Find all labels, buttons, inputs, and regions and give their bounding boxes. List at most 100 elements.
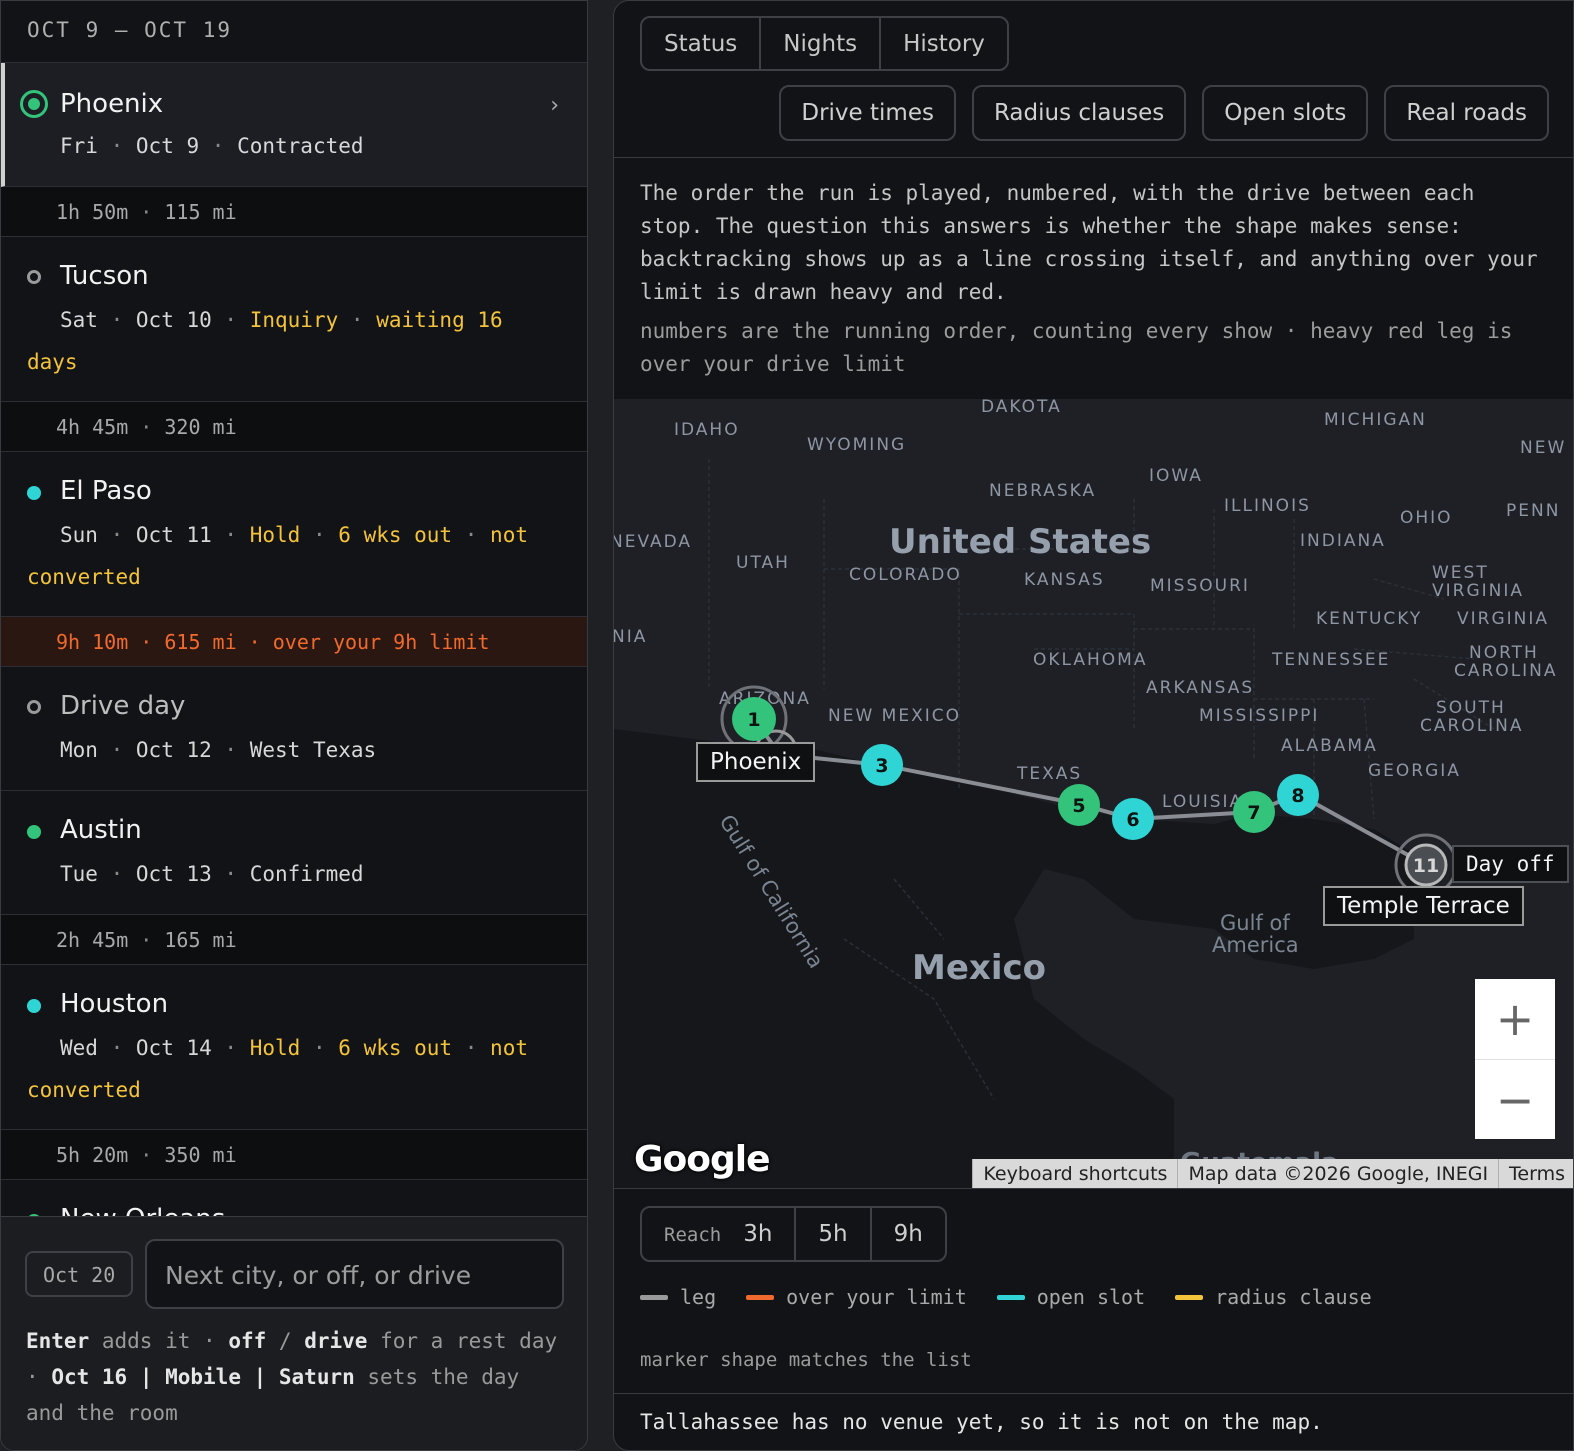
reach-5h-button[interactable]: 5h xyxy=(794,1208,869,1260)
reach-selector: Reach 3h 5h 9h xyxy=(640,1206,947,1262)
svg-text:5: 5 xyxy=(1072,795,1085,817)
date-range: OCT 9 — OCT 19 xyxy=(1,1,587,63)
map-description-note: numbers are the running order, counting … xyxy=(640,319,1513,376)
legend-item: radius clause xyxy=(1175,1285,1372,1309)
marker-8[interactable]: 8 xyxy=(1277,774,1319,816)
stop-tucson[interactable]: Tucson Sat · Oct 10 · Inquiry · waiting … xyxy=(1,237,587,402)
tab-nights[interactable]: Nights xyxy=(761,18,882,69)
next-stop-input[interactable]: Next city, or off, or drive xyxy=(145,1239,564,1309)
composer: Oct 20 Next city, or off, or drive Enter… xyxy=(1,1216,587,1450)
svg-text:ARKANSAS: ARKANSAS xyxy=(1146,678,1254,698)
country-label-mexico: Mexico xyxy=(912,948,1046,988)
chevron-right-icon[interactable]: › xyxy=(550,93,559,118)
stop-houston[interactable]: Houston Wed · Oct 14 · Hold · 6 wks out … xyxy=(1,965,587,1130)
reach-9h-button[interactable]: 9h xyxy=(869,1208,945,1260)
svg-text:DAKOTA: DAKOTA xyxy=(981,399,1062,417)
map-footnote: Tallahassee has no venue yet, so it is n… xyxy=(640,1410,1323,1434)
leg-warning: over your 9h limit xyxy=(272,630,490,654)
keyboard-shortcuts-link[interactable]: Keyboard shortcuts xyxy=(972,1159,1177,1189)
svg-text:PENN: PENN xyxy=(1506,501,1560,521)
svg-text:OHIO: OHIO xyxy=(1400,508,1453,528)
legend-swatch xyxy=(1175,1294,1204,1300)
drive-times-toggle[interactable]: Drive times xyxy=(779,85,956,141)
zoom-control: + − xyxy=(1475,979,1555,1139)
stop-note: 6 wks out xyxy=(338,1036,453,1060)
map-panel: Status Nights History Drive times Radius… xyxy=(613,0,1574,1451)
svg-text:MISSOURI: MISSOURI xyxy=(1150,576,1250,596)
stop-el-paso[interactable]: El Paso Sun · Oct 11 · Hold · 6 wks out … xyxy=(1,452,587,617)
divider xyxy=(614,157,1573,158)
marker-1[interactable]: 1 xyxy=(732,697,776,741)
legend-label: radius clause xyxy=(1215,1285,1372,1309)
svg-text:NEVADA: NEVADA xyxy=(614,532,692,552)
marker-3[interactable]: 3 xyxy=(861,744,903,786)
map-label-phoenix[interactable]: Phoenix xyxy=(696,742,816,782)
svg-text:NEW: NEW xyxy=(1520,438,1566,458)
composer-hint: Enter adds it · off / drive for a rest d… xyxy=(26,1323,566,1431)
route-map[interactable]: IDAHO WYOMING DAKOTA MICHIGAN NEW IOWA N… xyxy=(614,399,1573,1189)
map-canvas: IDAHO WYOMING DAKOTA MICHIGAN NEW IOWA N… xyxy=(614,399,1573,1189)
svg-text:7: 7 xyxy=(1247,802,1260,824)
zoom-in-button[interactable]: + xyxy=(1475,979,1555,1059)
tab-status[interactable]: Status xyxy=(642,18,762,69)
map-description: The order the run is played, numbered, w… xyxy=(640,181,1538,304)
svg-text:8: 8 xyxy=(1291,785,1304,807)
stop-day: Wed xyxy=(60,1036,98,1060)
svg-text:VIRGINIA: VIRGINIA xyxy=(1432,581,1524,601)
zoom-out-button[interactable]: − xyxy=(1475,1059,1555,1139)
marker-7[interactable]: 7 xyxy=(1233,791,1275,833)
google-logo: Google xyxy=(634,1139,771,1180)
svg-text:MICHIGAN: MICHIGAN xyxy=(1324,410,1427,430)
tab-history[interactable]: History xyxy=(881,18,1007,69)
status-dot-icon xyxy=(20,90,48,118)
terms-link[interactable]: Terms xyxy=(1498,1159,1573,1189)
stop-day: Sun xyxy=(60,523,98,547)
stop-day: Tue xyxy=(60,862,98,886)
svg-text:1: 1 xyxy=(747,709,760,731)
stop-phoenix[interactable]: Phoenix Fri · Oct 9 · Contracted › xyxy=(1,63,587,187)
legend-item: leg xyxy=(640,1285,716,1309)
hint-key: drive xyxy=(304,1329,368,1353)
country-label-us: United States xyxy=(889,522,1151,562)
status-dot-icon xyxy=(27,486,41,500)
stop-austin[interactable]: Austin Tue · Oct 13 · Confirmed xyxy=(1,791,587,915)
stop-day: Mon xyxy=(60,738,98,762)
svg-text:WEST: WEST xyxy=(1432,563,1489,583)
svg-text:NEW MEXICO: NEW MEXICO xyxy=(828,706,961,726)
divider xyxy=(614,1393,1573,1394)
marker-6[interactable]: 6 xyxy=(1112,798,1154,840)
svg-text:KENTUCKY: KENTUCKY xyxy=(1316,609,1422,629)
stop-name: Phoenix xyxy=(60,89,164,119)
map-label-temple-terrace[interactable]: Temple Terrace xyxy=(1323,886,1524,926)
leg-time: 5h 20m xyxy=(56,1143,129,1167)
legend-swatch xyxy=(640,1294,668,1300)
composer-date[interactable]: Oct 20 xyxy=(25,1251,133,1297)
leg-distance: 615 mi xyxy=(164,630,237,654)
svg-text:CAROLINA: CAROLINA xyxy=(1420,716,1524,736)
svg-text:NIA: NIA xyxy=(614,627,647,647)
svg-text:CAROLINA: CAROLINA xyxy=(1454,661,1558,681)
stop-day: Fri xyxy=(60,134,98,158)
svg-text:OKLAHOMA: OKLAHOMA xyxy=(1033,650,1147,670)
hint-key: Enter xyxy=(26,1329,90,1353)
leg-time: 2h 45m xyxy=(56,928,129,952)
marker-5[interactable]: 5 xyxy=(1058,784,1100,826)
reach-3h-button[interactable]: 3h xyxy=(735,1208,794,1260)
radius-clauses-toggle[interactable]: Radius clauses xyxy=(971,85,1187,141)
reach-label: Reach xyxy=(664,1224,722,1246)
legend-swatch xyxy=(746,1294,775,1300)
map-label-day-off[interactable]: Day off xyxy=(1452,845,1569,883)
stop-drive-day[interactable]: Drive day Mon · Oct 12 · West Texas xyxy=(1,667,587,791)
stop-status: Hold xyxy=(249,523,301,547)
hint-text: adds it · xyxy=(101,1329,216,1353)
real-roads-toggle[interactable]: Real roads xyxy=(1384,85,1549,141)
marker-note: marker shape matches the list xyxy=(640,1349,972,1371)
leg-distance: 115 mi xyxy=(164,200,237,224)
stop-date: Oct 10 xyxy=(135,308,212,332)
legend-label: leg xyxy=(680,1285,717,1309)
leg-time: 9h 10m xyxy=(56,630,129,654)
open-slots-toggle[interactable]: Open slots xyxy=(1202,85,1369,141)
svg-text:VIRGINIA: VIRGINIA xyxy=(1457,609,1549,629)
svg-text:NEBRASKA: NEBRASKA xyxy=(989,481,1096,501)
marker-11[interactable]: 11 xyxy=(1404,843,1448,887)
